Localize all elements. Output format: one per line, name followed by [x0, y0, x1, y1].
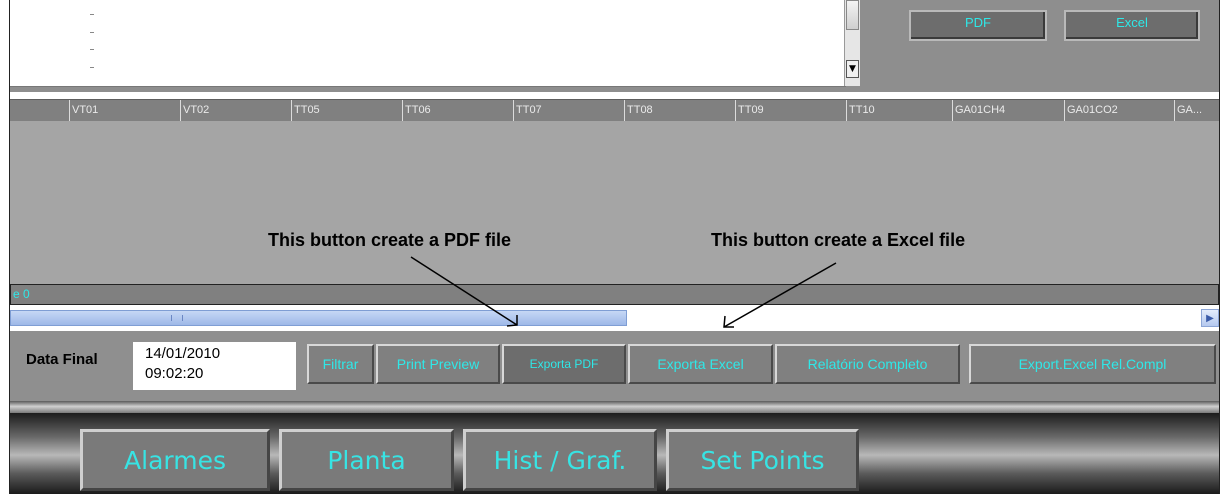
pdf-arrow-line	[410, 256, 518, 326]
excel-arrow-line	[723, 262, 837, 328]
annotation-arrows	[410, 256, 837, 328]
app-window: ▼ PDF Excel VT01 VT02 TT05 TT06 TT07 TT0…	[9, 0, 1220, 494]
